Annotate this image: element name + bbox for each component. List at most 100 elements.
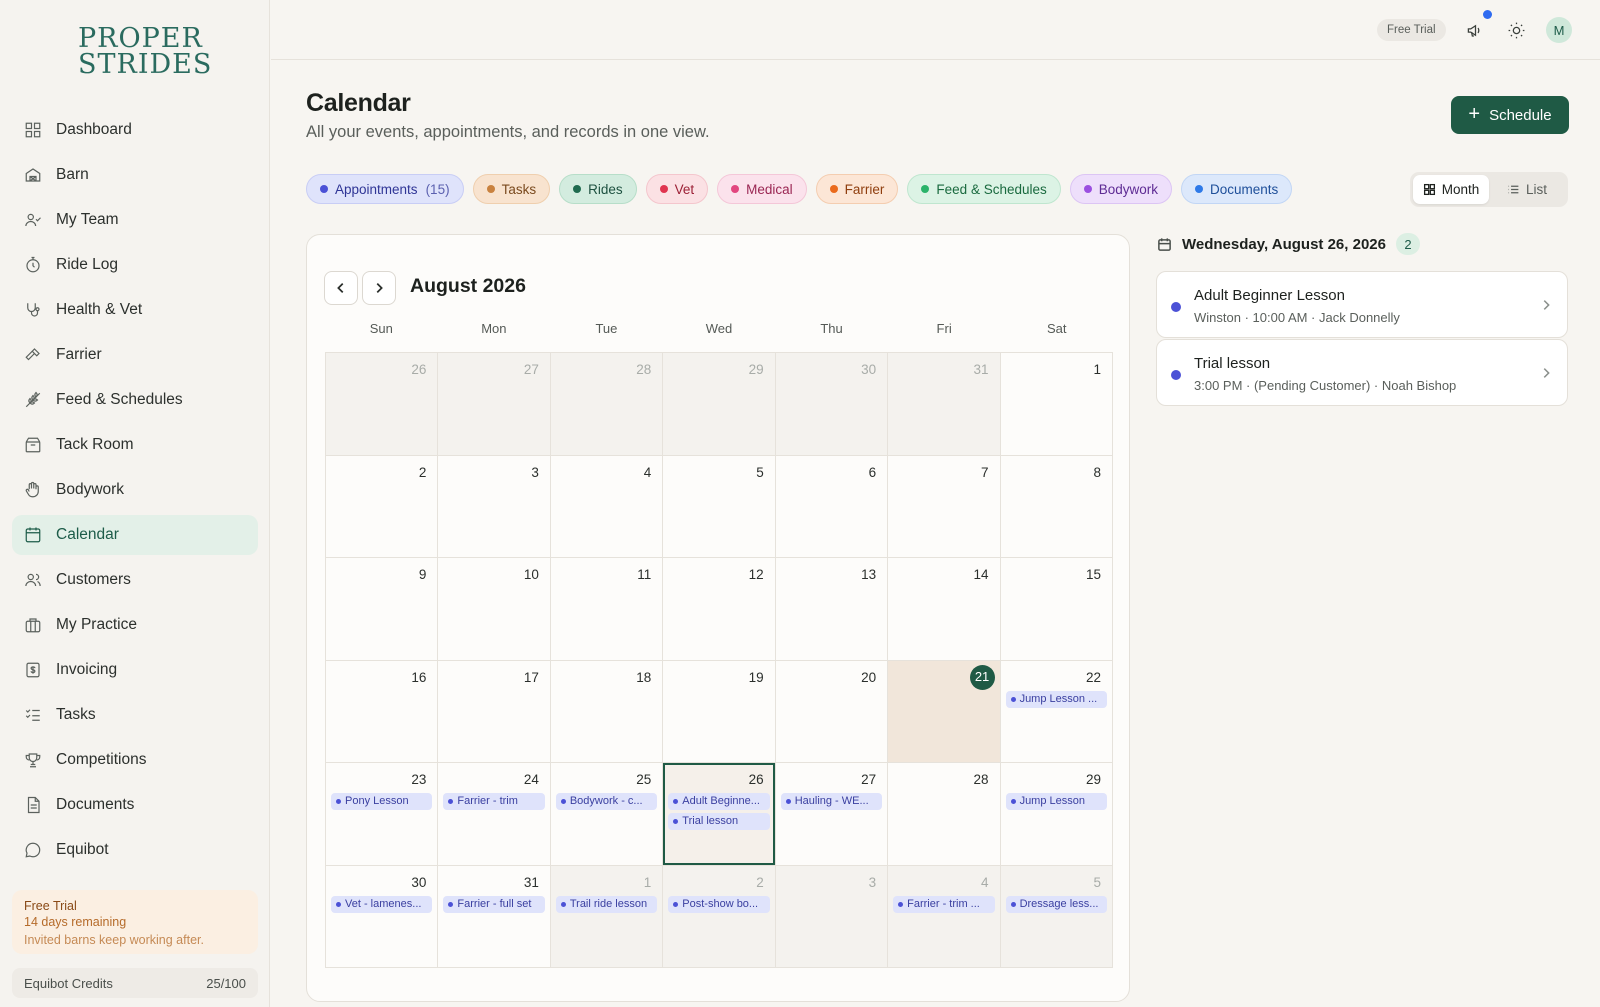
day-cell[interactable]: 9 — [326, 558, 439, 661]
sidebar-item-competitions[interactable]: Competitions — [12, 740, 258, 780]
equibot-credits[interactable]: Equibot Credits 25/100 — [12, 968, 258, 998]
day-cell[interactable]: 2 — [326, 455, 439, 558]
sidebar-item-bodywork[interactable]: Bodywork — [12, 470, 258, 510]
day-cell[interactable]: 27 Hauling - WE... — [775, 763, 889, 866]
sidebar-item-ride-log[interactable]: Ride Log — [12, 245, 258, 285]
day-cell[interactable]: 18 — [550, 660, 664, 763]
sidebar-item-feed-schedules[interactable]: Feed & Schedules — [12, 380, 258, 420]
day-cell[interactable]: 28 — [550, 353, 664, 456]
event-pill[interactable]: Farrier - trim ... — [893, 895, 995, 913]
day-cell[interactable]: 1 Trail ride lesson — [550, 865, 664, 968]
free-trial-badge[interactable]: Free Trial — [1377, 19, 1446, 41]
day-cell[interactable]: 21 — [888, 660, 1001, 763]
appointment-card[interactable]: Trial lesson 3:00 PM · (Pending Customer)… — [1156, 339, 1568, 406]
free-trial-card[interactable]: Free Trial 14 days remaining Invited bar… — [12, 890, 258, 954]
day-cell[interactable]: 26 Adult Beginne... Trial lesson — [663, 763, 776, 866]
schedule-button[interactable]: + Schedule — [1451, 96, 1569, 134]
day-cell[interactable]: 3 — [438, 455, 551, 558]
day-cell[interactable]: 22 Jump Lesson ... — [1000, 660, 1113, 763]
sidebar-item-equibot[interactable]: Equibot — [12, 830, 258, 870]
day-cell[interactable]: 31 — [888, 353, 1001, 456]
day-cell[interactable]: 7 — [888, 455, 1001, 558]
event-pill[interactable]: Trail ride lesson — [555, 895, 658, 913]
event-pill[interactable]: Farrier - full set — [443, 895, 545, 913]
sidebar-item-calendar[interactable]: Calendar — [12, 515, 258, 555]
proper-strides-logo[interactable]: PROPER STRIDES — [78, 25, 211, 78]
day-cell[interactable]: 29 — [663, 353, 776, 456]
sidebar-item-tack-room[interactable]: Tack Room — [12, 425, 258, 465]
sidebar-item-documents[interactable]: Documents — [12, 785, 258, 825]
day-cell[interactable]: 30 — [775, 353, 889, 456]
filter-chip-appointments[interactable]: Appointments (15) — [306, 174, 464, 204]
sidebar-item-tasks[interactable]: Tasks — [12, 695, 258, 735]
sidebar-item-customers[interactable]: Customers — [12, 560, 258, 600]
month-view-button[interactable]: Month — [1413, 175, 1489, 204]
filter-chip-farrier[interactable]: Farrier — [815, 174, 899, 204]
sidebar-item-invoicing[interactable]: Invoicing — [12, 650, 258, 690]
sidebar-item-barn[interactable]: Barn — [12, 155, 258, 195]
filter-chip-bodywork[interactable]: Bodywork — [1069, 174, 1173, 204]
sidebar-item-farrier[interactable]: Farrier — [12, 335, 258, 375]
day-cell[interactable]: 26 — [326, 353, 439, 456]
day-cell[interactable]: 3 — [775, 865, 889, 968]
filter-chip-documents[interactable]: Documents — [1181, 174, 1293, 204]
day-cell[interactable]: 15 — [1000, 558, 1113, 661]
day-cell[interactable]: 27 — [438, 353, 551, 456]
filter-chip-rides[interactable]: Rides — [559, 174, 637, 204]
day-cell[interactable]: 23 Pony Lesson — [326, 763, 439, 866]
day-cell[interactable]: 24 Farrier - trim — [438, 763, 551, 866]
day-cell[interactable]: 14 — [888, 558, 1001, 661]
event-pill[interactable]: Farrier - trim — [443, 793, 545, 810]
user-avatar[interactable]: M — [1546, 17, 1572, 43]
event-pill[interactable]: Bodywork - c... — [555, 793, 658, 810]
event-pill[interactable]: Vet - lamenes... — [331, 895, 433, 913]
day-cell[interactable]: 16 — [326, 660, 439, 763]
event-pill[interactable]: Adult Beginne... — [668, 793, 770, 810]
event-pill[interactable]: Trial lesson — [668, 813, 770, 830]
day-cell[interactable]: 12 — [663, 558, 776, 661]
day-cell[interactable]: 31 Farrier - full set — [438, 865, 551, 968]
day-number: 5 — [756, 464, 764, 480]
day-cell[interactable]: 2 Post-show bo... — [663, 865, 776, 968]
day-number: 2 — [418, 464, 427, 480]
sun-icon[interactable] — [1504, 18, 1528, 42]
day-cell[interactable]: 20 — [775, 660, 889, 763]
day-cell[interactable]: 17 — [438, 660, 551, 763]
sidebar-item-health-vet[interactable]: Health & Vet — [12, 290, 258, 330]
day-cell[interactable]: 30 Vet - lamenes... — [326, 865, 439, 968]
event-pill[interactable]: Jump Lesson ... — [1005, 690, 1107, 708]
day-cell[interactable]: 5 Dressage less... — [1000, 865, 1113, 968]
weekday-label: Mon — [481, 321, 507, 336]
list-view-button[interactable]: List — [1489, 175, 1565, 204]
megaphone-icon[interactable] — [1463, 18, 1487, 42]
day-cell[interactable]: 25 Bodywork - c... — [550, 763, 664, 866]
day-cell[interactable]: 4 Farrier - trim ... — [888, 865, 1001, 968]
sidebar-item-label: Bodywork — [56, 481, 125, 498]
event-pill[interactable]: Dressage less... — [1005, 895, 1107, 913]
day-cell[interactable]: 8 — [1000, 455, 1113, 558]
day-cell[interactable]: 1 — [1000, 353, 1113, 456]
day-cell[interactable]: 13 — [775, 558, 889, 661]
filter-chip-medical[interactable]: Medical — [717, 174, 807, 204]
day-cell[interactable]: 6 — [775, 455, 889, 558]
event-pill[interactable]: Pony Lesson — [331, 793, 433, 810]
day-cell[interactable]: 29 Jump Lesson — [1000, 763, 1113, 866]
next-month-button[interactable] — [362, 271, 396, 305]
day-cell[interactable]: 4 — [550, 455, 664, 558]
sidebar-item-my-team[interactable]: My Team — [12, 200, 258, 240]
sidebar-item-dashboard[interactable]: Dashboard — [12, 110, 258, 150]
sidebar-item-my-practice[interactable]: My Practice — [12, 605, 258, 645]
event-pill[interactable]: Post-show bo... — [668, 895, 770, 913]
appointment-card[interactable]: Adult Beginner Lesson Winston · 10:00 AM … — [1156, 271, 1568, 338]
day-cell[interactable]: 10 — [438, 558, 551, 661]
filter-chip-feed-schedules[interactable]: Feed & Schedules — [907, 174, 1061, 204]
filter-chip-vet[interactable]: Vet — [645, 174, 709, 204]
event-pill[interactable]: Jump Lesson — [1005, 793, 1107, 810]
day-cell[interactable]: 19 — [663, 660, 776, 763]
previous-month-button[interactable] — [324, 271, 358, 305]
event-pill[interactable]: Hauling - WE... — [780, 793, 883, 810]
day-cell[interactable]: 11 — [550, 558, 664, 661]
day-cell[interactable]: 5 — [663, 455, 776, 558]
day-cell[interactable]: 28 — [888, 763, 1001, 866]
filter-chip-tasks[interactable]: Tasks — [472, 174, 551, 204]
